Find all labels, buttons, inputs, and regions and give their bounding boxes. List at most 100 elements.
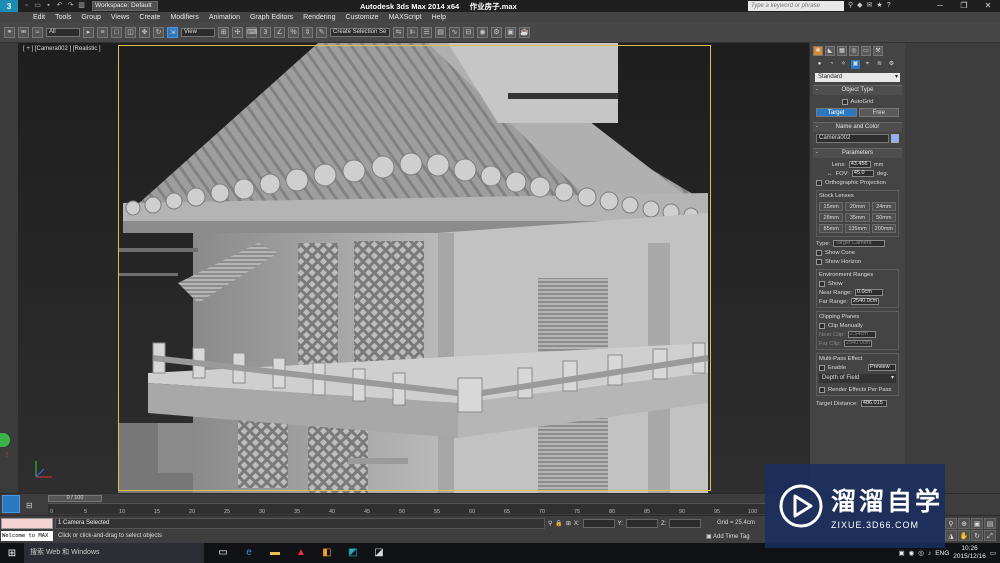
fov-spinner[interactable]: 45.0 — [851, 170, 874, 177]
lens-85mm-button[interactable]: 85mm — [819, 224, 844, 233]
favorites-icon[interactable]: ★ — [876, 0, 882, 12]
material-editor-icon[interactable]: ◉ — [477, 27, 488, 38]
pivot-center-icon[interactable]: ⊞ — [218, 27, 229, 38]
ime-indicator[interactable]: ENG — [935, 550, 949, 557]
communication-icon[interactable]: ✉ — [867, 0, 873, 12]
windows-start-icon[interactable]: ⊞ — [0, 543, 24, 563]
edit-named-selection-icon[interactable]: ✎ — [316, 27, 327, 38]
3dsmax-taskbar-icon[interactable]: ◩ — [344, 545, 362, 561]
unlink-icon[interactable]: ⚮ — [18, 27, 29, 38]
clip-manually-checkbox[interactable] — [819, 322, 825, 329]
edge-icon[interactable]: e — [240, 545, 258, 561]
parameters-header[interactable]: Parameters — [813, 149, 902, 158]
search-input[interactable]: Type a keyword or phrase — [748, 1, 844, 11]
field-of-view-icon[interactable]: ◮ — [945, 530, 957, 541]
menu-rendering[interactable]: Rendering — [298, 12, 340, 23]
open-icon[interactable]: ▭ — [33, 2, 42, 10]
undo-icon[interactable]: ↶ — [55, 2, 64, 10]
lens-24mm-button[interactable]: 24mm — [871, 202, 896, 211]
add-time-tag[interactable]: ▣ Add Time Tag — [706, 533, 750, 540]
select-manipulate-icon[interactable]: ✣ — [232, 27, 243, 38]
angle-snap-icon[interactable]: ∠ — [274, 27, 285, 38]
helpers-icon[interactable]: ⌖ — [863, 60, 872, 69]
lens-15mm-button[interactable]: 15mm — [819, 202, 844, 211]
show-cone-checkbox[interactable] — [816, 249, 822, 256]
far-range-spinner[interactable]: 2540.0cm — [851, 298, 879, 305]
schematic-view-icon[interactable]: ⊟ — [463, 27, 474, 38]
isolate-icon[interactable]: ⚲ — [548, 520, 552, 527]
x-field[interactable] — [582, 519, 615, 528]
notifications-icon[interactable]: ▭ — [990, 549, 996, 557]
file-explorer-icon[interactable]: ▬ — [266, 545, 284, 561]
target-camera-button[interactable]: Target — [816, 108, 857, 117]
task-view-icon[interactable]: ▭ — [214, 545, 232, 561]
workspace-dropdown[interactable]: Workspace: Default — [92, 1, 158, 11]
track-bar-icon[interactable]: ⊟ — [26, 501, 33, 510]
lens-35mm-button[interactable]: 35mm — [845, 213, 870, 222]
select-move-icon[interactable]: ✥ — [139, 27, 150, 38]
effect-dropdown[interactable]: Depth of Field — [819, 374, 896, 383]
selection-filter-dropdown[interactable]: All — [46, 28, 80, 37]
zoom-extents-icon[interactable]: ▣ — [971, 518, 983, 529]
app-logo-icon[interactable]: 3 — [0, 0, 18, 12]
render-production-icon[interactable]: ☕ — [519, 27, 530, 38]
select-by-name-icon[interactable]: ≡ — [97, 27, 108, 38]
object-color-swatch[interactable] — [891, 134, 899, 143]
taskbar-clock[interactable]: 10:26 2015/12/16 — [953, 545, 986, 561]
keyboard-shortcut-icon[interactable]: ⌨ — [246, 27, 257, 38]
viewport-label[interactable]: [ + ] [Camera002 ] [Realistic ] — [23, 46, 101, 52]
maximize-button[interactable]: ❐ — [952, 0, 976, 12]
hold-icon[interactable]: ▥ — [77, 2, 86, 10]
lock-selection-icon[interactable]: 🔒 — [555, 520, 562, 527]
select-link-icon[interactable]: ⚭ — [4, 27, 15, 38]
tray-sync-icon[interactable]: ◎ — [918, 549, 924, 557]
layer-manager-icon[interactable]: ☰ — [421, 27, 432, 38]
preview-button[interactable]: Preview — [868, 364, 896, 371]
mini-listener-icon[interactable] — [2, 495, 20, 513]
lens-200mm-button[interactable]: 200mm — [871, 224, 896, 233]
category-dropdown[interactable]: Standard — [815, 73, 900, 82]
help-icon[interactable]: ? — [887, 0, 891, 12]
viewport-camera002[interactable]: [ + ] [Camera002 ] [Realistic ] — [18, 43, 809, 493]
menu-tools[interactable]: Tools — [50, 12, 76, 23]
hierarchy-tab-icon[interactable]: ▦ — [837, 46, 847, 56]
maximize-viewport-icon[interactable]: ⤢ — [984, 530, 996, 541]
reference-coordinate-dropdown[interactable]: View — [181, 28, 215, 37]
y-field[interactable] — [625, 519, 658, 528]
zoom-icon[interactable]: ⚲ — [945, 518, 957, 529]
save-icon[interactable]: ▪ — [44, 2, 53, 10]
mirror-icon[interactable]: ⇆ — [393, 27, 404, 38]
display-tab-icon[interactable]: ▭ — [861, 46, 871, 56]
absolute-mode-icon[interactable]: ⊞ — [566, 520, 571, 527]
time-slider[interactable]: 0 / 100 — [48, 495, 102, 502]
subscription-icon[interactable]: ◆ — [857, 0, 862, 12]
rectangular-selection-icon[interactable]: □ — [111, 27, 122, 38]
target-distance-spinner[interactable]: 486.015 — [860, 400, 887, 407]
bind-space-warp-icon[interactable]: ≈ — [32, 27, 43, 38]
tray-volume-icon[interactable]: ♪ — [928, 550, 931, 557]
near-range-spinner[interactable]: 0.0cm — [854, 289, 883, 296]
near-clip-spinner[interactable]: 2.54cm — [847, 331, 876, 338]
far-clip-spinner[interactable]: 2540.0cm — [843, 340, 872, 347]
named-selection-dropdown[interactable]: Create Selection Se — [330, 28, 390, 37]
select-scale-icon[interactable]: ⇲ — [167, 27, 178, 38]
spinner-snap-icon[interactable]: ⇕ — [302, 27, 313, 38]
menu-graph-editors[interactable]: Graph Editors — [245, 12, 298, 23]
shapes-icon[interactable]: ◔ — [827, 60, 836, 69]
window-crossing-icon[interactable]: ◫ — [125, 27, 136, 38]
close-button[interactable]: ✕ — [976, 0, 1000, 12]
geometry-icon[interactable]: ● — [815, 60, 824, 69]
cameras-icon[interactable]: ▣ — [851, 60, 860, 69]
lights-icon[interactable]: ✧ — [839, 60, 848, 69]
ortho-checkbox[interactable] — [816, 179, 822, 186]
lens-20mm-button[interactable]: 20mm — [845, 202, 870, 211]
show-horizon-checkbox[interactable] — [816, 258, 822, 265]
menu-create[interactable]: Create — [134, 12, 165, 23]
binoculars-icon[interactable]: ⚲ — [848, 0, 853, 12]
motion-tab-icon[interactable]: ◎ — [849, 46, 859, 56]
fov-direction-icon[interactable]: ↔ — [827, 171, 833, 177]
enable-checkbox[interactable] — [819, 364, 825, 371]
photoshop-icon[interactable]: ◪ — [370, 545, 388, 561]
track-bar[interactable]: 0 5 10 15 20 25 30 35 40 45 50 55 60 65 … — [48, 503, 768, 515]
acrobat-icon[interactable]: ▲ — [292, 545, 310, 561]
